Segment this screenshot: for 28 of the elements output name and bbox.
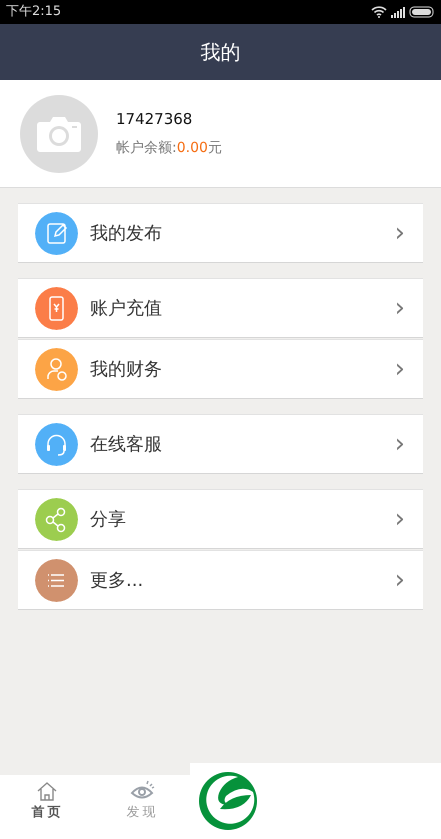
status-time: 下午2:15	[6, 3, 62, 22]
user-id: 17427368	[116, 108, 194, 130]
menu-item[interactable]: 我的财务 ›	[18, 339, 423, 399]
chevron-icon: ›	[394, 506, 405, 532]
menu-item[interactable]: 账户充值 ›	[18, 278, 423, 338]
signal-icon	[391, 6, 405, 18]
chevron-icon: ›	[394, 295, 405, 321]
balance-text: 帐户余额:0.00元	[116, 139, 222, 158]
wifi-icon	[371, 6, 387, 18]
chevron-icon: ›	[394, 431, 405, 457]
camera-icon	[36, 114, 82, 152]
page-title: 我的	[200, 39, 240, 66]
chevron-icon: ›	[394, 567, 405, 593]
battery-icon	[409, 6, 435, 18]
menu-label: 账户充值	[90, 296, 163, 320]
menu-item[interactable]: 我的发布 ›	[18, 203, 423, 263]
leaf-logo[interactable]	[198, 771, 258, 831]
menu-label: 分享	[90, 508, 127, 532]
menu-label: 更多...	[90, 568, 144, 592]
menu-item[interactable]: 更多... ›	[18, 550, 423, 610]
tab-button[interactable]: 首页	[0, 775, 95, 839]
menu-item[interactable]: 在线客服 ›	[18, 414, 423, 474]
menu-label: 我的财务	[90, 358, 163, 382]
menu-label: 在线客服	[90, 432, 163, 456]
menu-item[interactable]: 分享 ›	[18, 489, 423, 549]
chevron-icon: ›	[394, 356, 405, 382]
chevron-icon: ›	[394, 220, 405, 246]
menu-label: 我的发布	[90, 222, 163, 246]
